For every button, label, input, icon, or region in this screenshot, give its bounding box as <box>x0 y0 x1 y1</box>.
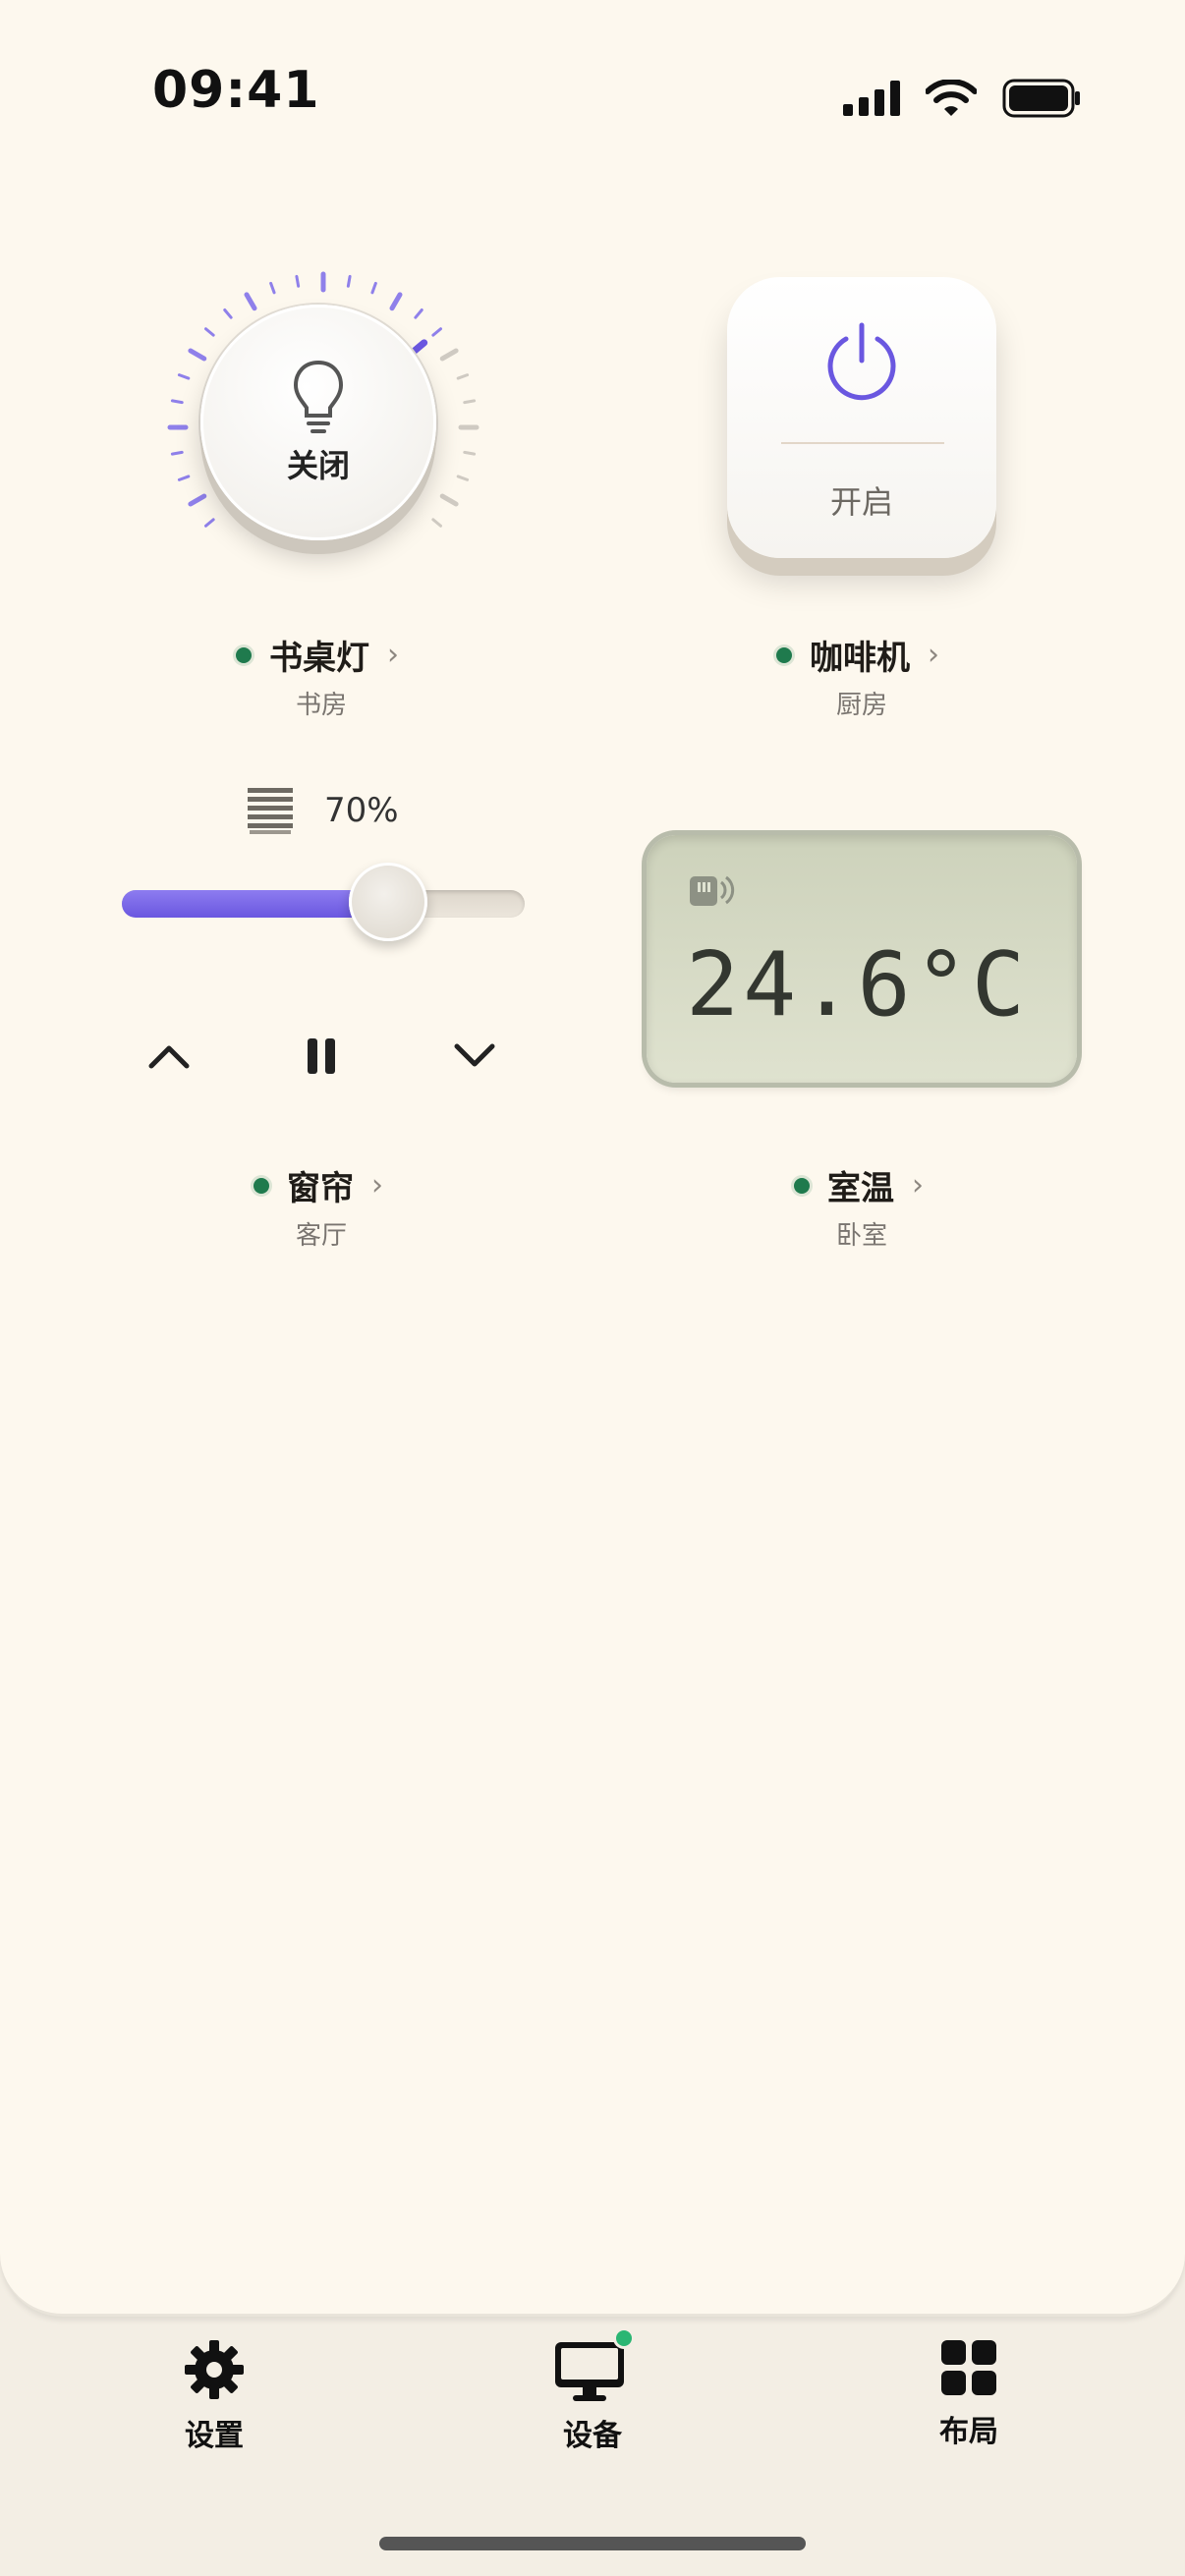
chevron-right-icon: › <box>912 1168 924 1203</box>
pause-icon <box>308 1038 335 1074</box>
coffee-state-label: 开启 <box>829 483 893 521</box>
dial-tick <box>203 518 215 528</box>
coffee-name: 咖啡机 <box>810 639 910 678</box>
lightbulb-icon <box>293 360 344 433</box>
home-indicator <box>379 2537 806 2550</box>
dial-tick <box>346 274 352 288</box>
dial-tick <box>463 399 477 405</box>
temperature-display[interactable]: 24.6°C <box>647 835 1077 1083</box>
tab-settings-label: 设置 <box>185 2419 244 2453</box>
dial-tick <box>431 518 443 528</box>
dial-tick <box>370 281 377 295</box>
monitor-icon <box>555 2342 624 2401</box>
curtain-percent: 70% <box>324 791 399 830</box>
chevron-right-icon: › <box>371 1168 383 1203</box>
tab-devices[interactable]: 设备 <box>494 2330 691 2454</box>
gear-icon <box>185 2340 244 2399</box>
tab-settings[interactable]: 设置 <box>116 2338 312 2454</box>
chevron-down-icon <box>454 1043 495 1067</box>
dial-tick <box>431 327 443 337</box>
dial-tick <box>439 493 459 507</box>
notification-badge <box>616 2330 632 2346</box>
coffee-power-button[interactable]: 开启 <box>727 277 996 558</box>
tab-devices-label: 设备 <box>563 2419 622 2453</box>
signal-icon <box>843 81 900 116</box>
dial-tick <box>389 292 403 311</box>
dial-tick <box>269 281 276 295</box>
curtain-up-button[interactable] <box>135 1022 203 1091</box>
thermostat-signal-icon <box>690 875 735 906</box>
status-time: 09:41 <box>152 61 320 120</box>
thermo-room: 卧室 <box>835 1221 887 1251</box>
dial-tick <box>170 399 184 405</box>
wifi-icon <box>926 80 977 116</box>
lamp-dial[interactable]: 关闭 <box>161 265 485 589</box>
power-icon <box>827 322 896 401</box>
coffee-room: 厨房 <box>835 691 887 720</box>
lamp-name: 书桌灯 <box>269 639 369 678</box>
thermo-name: 室温 <box>827 1169 894 1208</box>
tab-layout-label: 布局 <box>939 2415 998 2449</box>
tab-layout[interactable]: 布局 <box>871 2338 1067 2450</box>
chevron-right-icon: › <box>928 638 939 672</box>
curtain-pause-button[interactable] <box>287 1022 356 1091</box>
status-icons <box>843 69 1081 128</box>
monitor-icon-wrap <box>553 2330 632 2401</box>
dial-tick <box>223 308 233 319</box>
battery-icon <box>1002 79 1080 118</box>
dial-tick <box>456 475 470 481</box>
curtain-header: 70% <box>246 786 399 835</box>
curtain-slider[interactable] <box>122 863 525 941</box>
dial-tick <box>439 348 459 362</box>
main-panel: 09:41 关闭 书桌灯 › 书房 开启 咖啡机 › 厨房 70% 窗帘 › 客… <box>0 0 1185 2317</box>
curtain-label-row[interactable]: 窗帘 › <box>254 1161 383 1209</box>
coffee-label-row[interactable]: 咖啡机 › <box>776 631 939 679</box>
lamp-state-label: 关闭 <box>286 447 350 484</box>
curtain-down-button[interactable] <box>440 1022 509 1091</box>
blinds-icon <box>248 788 293 834</box>
dial-tick <box>177 475 191 481</box>
dial-tick <box>177 373 191 380</box>
chevron-right-icon: › <box>387 638 399 672</box>
online-dot <box>236 646 252 663</box>
slider-thumb[interactable] <box>349 863 427 941</box>
online-dot <box>776 646 792 663</box>
thermo-label-row[interactable]: 室温 › <box>794 1161 924 1209</box>
divider <box>781 442 944 444</box>
dial-tick <box>456 373 470 380</box>
dial-tick <box>295 274 301 288</box>
grid-icon <box>941 2340 996 2395</box>
dial-tick <box>244 292 257 311</box>
lamp-room: 书房 <box>295 691 347 720</box>
temperature-value: 24.6°C <box>686 933 1030 1036</box>
curtain-room: 客厅 <box>295 1221 347 1251</box>
dial-tick <box>170 450 184 456</box>
dial-tick <box>188 348 207 362</box>
online-dot <box>794 1177 810 1194</box>
lamp-label-row[interactable]: 书桌灯 › <box>236 631 399 679</box>
online-dot <box>254 1177 269 1194</box>
dial-indicator <box>410 339 428 356</box>
dial-tick <box>188 493 207 507</box>
screen: 09:41 关闭 书桌灯 › 书房 开启 咖啡机 › 厨房 70% 窗帘 › 客… <box>0 0 1185 2576</box>
dial-tick <box>203 327 215 337</box>
dial-tick <box>414 308 423 319</box>
lamp-knob[interactable]: 关闭 <box>200 305 436 540</box>
curtain-name: 窗帘 <box>287 1169 354 1208</box>
chevron-up-icon <box>148 1045 190 1069</box>
dial-tick <box>463 450 477 456</box>
